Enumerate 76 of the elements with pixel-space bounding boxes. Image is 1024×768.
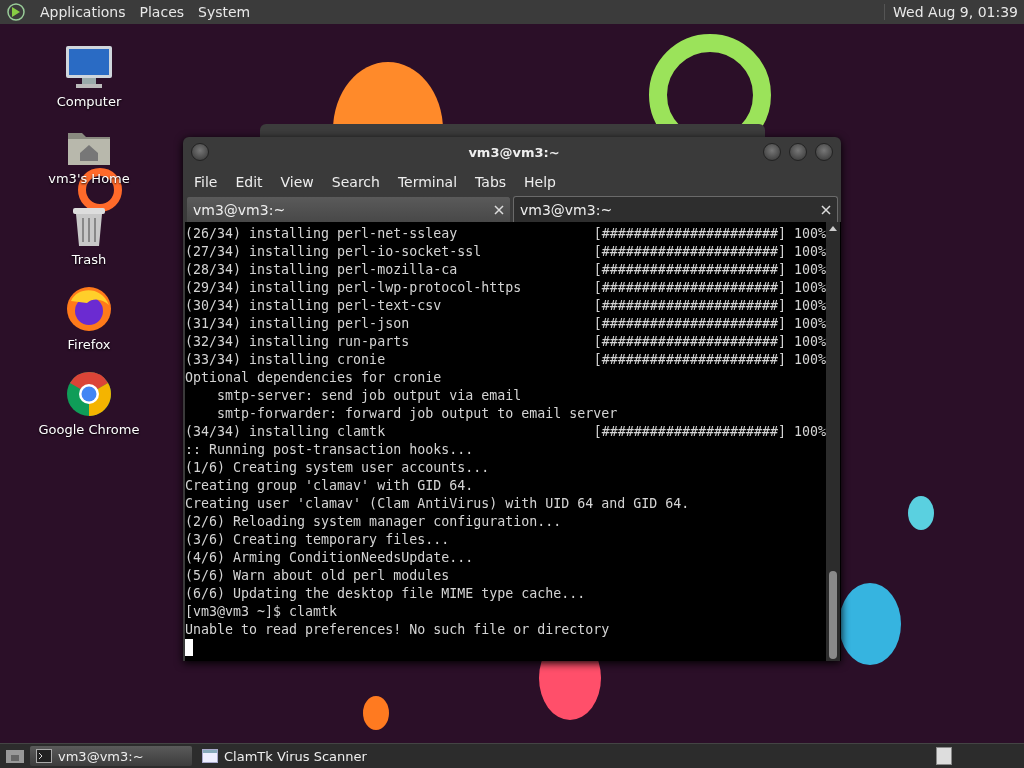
window-menu-button[interactable] [191, 143, 209, 161]
terminal-line: :: Running post-transaction hooks... [185, 441, 474, 459]
progress-text: [######################] 100% [593, 225, 826, 243]
menu-item[interactable]: Search [322, 173, 389, 190]
terminal-line: Optional dependencies for cronie [185, 369, 442, 387]
clock[interactable]: Wed Aug 9, 01:39 [884, 4, 1018, 20]
terminal-line: (6/6) Updating the desktop file MIME type cache... [185, 585, 586, 603]
taskbar-button[interactable]: vm3@vm3:~ [30, 746, 192, 766]
maximize-button[interactable] [789, 143, 807, 161]
terminal-line: Creating group 'clamav' with GID 64. [185, 477, 474, 495]
terminal-tab[interactable]: vm3@vm3:~ [513, 196, 838, 222]
terminal-line: (29/34) installing perl-lwp-protocol-https [185, 279, 522, 297]
taskbar-button[interactable]: ClamTk Virus Scanner [196, 746, 373, 766]
terminal-line: (3/6) Creating temporary files... [185, 531, 450, 549]
desktop-icon[interactable]: Firefox [46, 285, 132, 352]
text-cursor [185, 639, 193, 656]
menu-item[interactable]: File [185, 173, 227, 190]
progress-text: [######################] 100% [593, 261, 826, 279]
close-icon[interactable] [821, 204, 831, 215]
menu-item[interactable]: Terminal [388, 173, 467, 190]
wallpaper-oval [363, 696, 389, 730]
terminal-line: (4/6) Arming ConditionNeedsUpdate... [185, 549, 474, 567]
menu-item[interactable]: View [271, 173, 323, 190]
menu-item[interactable]: Help [515, 173, 565, 190]
menu-item[interactable]: Edit [226, 173, 272, 190]
terminal-line: (26/34) installing perl-net-ssleay [185, 225, 458, 243]
terminal-line: (2/6) Reloading system manager configuration... [185, 513, 562, 531]
computer-icon [64, 44, 114, 90]
panel-menu[interactable]: System [198, 4, 251, 20]
progress-text: [######################] 100% [593, 243, 826, 261]
browser-globe-icon [65, 285, 113, 333]
close-icon[interactable] [494, 204, 504, 215]
wallpaper-oval [908, 496, 934, 530]
scrollbar-thumb[interactable] [829, 571, 837, 659]
panel-menu[interactable]: Places [139, 4, 185, 20]
desktop-icon-label: Firefox [67, 337, 111, 352]
close-button[interactable] [815, 143, 833, 161]
terminal-line: (5/6) Warn about old perl modules [185, 567, 450, 585]
desktop-icon[interactable]: Trash [46, 204, 132, 267]
panel-menu[interactable]: Applications [40, 4, 126, 20]
window-title: vm3@vm3:~ [467, 144, 561, 160]
terminal-line: (30/34) installing perl-text-csv [185, 297, 442, 315]
terminal-line: (27/34) installing perl-io-socket-ssl [185, 243, 482, 261]
minimize-button[interactable] [763, 143, 781, 161]
desktop-icon-label: Trash [71, 252, 107, 267]
menu-item[interactable]: Tabs [466, 173, 516, 190]
terminal-line: (32/34) installing run-parts [185, 333, 410, 351]
progress-text: [######################] 100% [593, 333, 826, 351]
desktop-icon-label: Computer [56, 94, 122, 109]
terminal-line: smtp-server: send job output via email [216, 387, 522, 405]
progress-text: [######################] 100% [593, 279, 826, 297]
browser-wheel-icon [65, 370, 113, 418]
show-desktop-icon[interactable] [4, 747, 26, 765]
scrollbar[interactable] [826, 222, 840, 661]
desktop-icon[interactable]: Google Chrome [24, 370, 154, 437]
scroll-up-icon[interactable] [829, 225, 837, 231]
terminal-line: (1/6) Creating system user accounts... [185, 459, 490, 477]
terminal-line: (31/34) installing perl-json [185, 315, 410, 333]
window-icon [202, 749, 218, 763]
progress-text: [######################] 100% [593, 351, 826, 369]
distro-logo-icon[interactable] [6, 2, 26, 22]
progress-text: [######################] 100% [593, 297, 826, 315]
desktop-icon-label: Google Chrome [38, 422, 140, 437]
terminal-line: [vm3@vm3 ~]$ clamtk [185, 603, 338, 621]
terminal-line: smtp-forwarder: forward job output to email server [216, 405, 618, 423]
workspace-switcher[interactable] [936, 747, 952, 765]
terminal-line: (34/34) installing clamtk [185, 423, 386, 441]
desktop-icon[interactable]: Computer [46, 44, 132, 109]
terminal-line: (33/34) installing cronie [185, 351, 386, 369]
progress-text: [######################] 100% [593, 423, 826, 441]
terminal-line: Unable to read preferences! No such file or directory [185, 621, 610, 639]
terminal-icon [36, 749, 52, 763]
progress-text: [######################] 100% [593, 315, 826, 333]
terminal-tab[interactable]: vm3@vm3:~ [186, 196, 511, 222]
terminal-line: Creating user 'clamav' (Clam AntiVirus) with UID 64 and GID 64. [185, 495, 690, 513]
terminal-line: (28/34) installing perl-mozilla-ca [185, 261, 458, 279]
